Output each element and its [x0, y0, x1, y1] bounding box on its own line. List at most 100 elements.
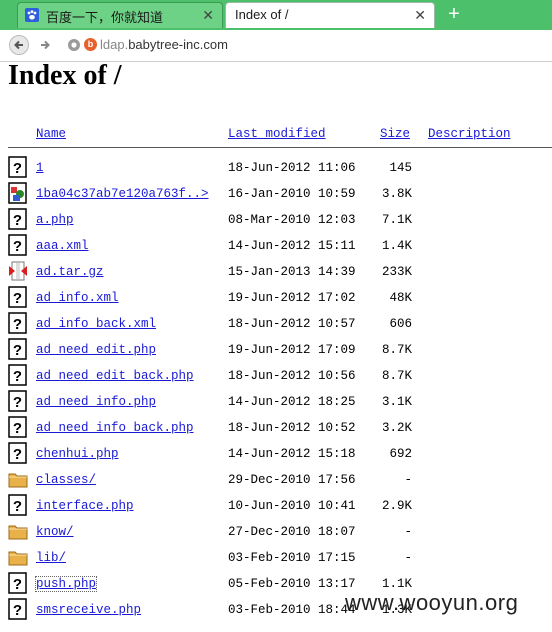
file-date: 14-Jun-2012 15:18	[228, 447, 356, 461]
unknown-file-icon[interactable]: ?	[8, 416, 28, 438]
table-row: ? ad_info.xml 19-Jun-2012 17:02 48K	[0, 286, 552, 312]
file-link[interactable]: smsreceive.php	[36, 603, 141, 617]
file-link[interactable]: ad_need_edit_back.php	[36, 369, 194, 383]
table-row: know/27-Dec-2010 18:07 -	[0, 520, 552, 546]
svg-text:?: ?	[13, 498, 22, 515]
tab-index[interactable]: Index of / ✕	[225, 2, 435, 28]
paw-icon	[25, 8, 39, 22]
file-date: 10-Jun-2010 10:41	[228, 499, 356, 513]
image-file-icon[interactable]	[8, 182, 28, 204]
file-size: 8.7K	[381, 343, 412, 357]
file-link[interactable]: ad.tar.gz	[36, 265, 104, 279]
unknown-file-icon[interactable]: ?	[8, 156, 28, 178]
unknown-file-icon[interactable]: ?	[8, 494, 28, 516]
file-size: 8.7K	[381, 369, 412, 383]
file-link[interactable]: ad_need_info.php	[36, 395, 156, 409]
file-date: 14-Jun-2012 15:11	[228, 239, 356, 253]
file-size: -	[404, 525, 412, 539]
file-date: 19-Jun-2012 17:09	[228, 343, 356, 357]
header-divider	[8, 147, 552, 148]
file-link[interactable]: know/	[36, 525, 74, 539]
arrow-right-icon	[41, 40, 50, 50]
table-row: ad.tar.gz 15-Jan-2013 14:39 233K	[0, 260, 552, 286]
file-link[interactable]: ad_info.xml	[36, 291, 119, 305]
file-size: 692	[389, 447, 412, 461]
column-header-description[interactable]: Description	[428, 127, 511, 141]
tab-bar: 百度一下，你就知道 ✕ Index of / ✕ +	[0, 0, 552, 30]
table-row: ? 1 18-Jun-2012 11:06 145	[0, 156, 552, 182]
folder-icon[interactable]	[8, 546, 28, 568]
file-size: 2.9K	[381, 499, 412, 513]
unknown-file-icon[interactable]: ?	[8, 338, 28, 360]
unknown-file-icon[interactable]: ?	[8, 598, 28, 620]
file-link[interactable]: interface.php	[36, 499, 134, 513]
table-row: 1ba04c37ab7e120a763f..> 16-Jan-2010 10:59…	[0, 182, 552, 208]
svg-text:?: ?	[13, 394, 22, 411]
file-date: 18-Jun-2012 11:06	[228, 161, 356, 175]
file-link[interactable]: ad_info_back.xml	[36, 317, 156, 331]
unknown-file-icon[interactable]: ?	[8, 442, 28, 464]
folder-icon[interactable]	[8, 520, 28, 542]
unknown-file-icon[interactable]: ?	[8, 312, 28, 334]
table-row: ? ad_info_back.xml 18-Jun-2012 10:57 606	[0, 312, 552, 338]
file-date: 14-Jun-2012 18:25	[228, 395, 356, 409]
file-size: 145	[389, 161, 412, 175]
file-link[interactable]: ad_need_edit.php	[36, 343, 156, 357]
file-date: 29-Dec-2010 17:56	[228, 473, 356, 487]
svg-text:?: ?	[13, 576, 22, 593]
file-size: 48K	[389, 291, 412, 305]
file-size: 3.2K	[381, 421, 412, 435]
address-bar[interactable]: b ldap.babytree-inc.com	[62, 35, 550, 56]
file-link[interactable]: chenhui.php	[36, 447, 119, 461]
forward-button[interactable]	[35, 35, 55, 55]
table-row: classes/29-Dec-2010 17:56 -	[0, 468, 552, 494]
page-content: Index of / Name Last modified Size Descr…	[0, 62, 552, 632]
file-date: 19-Jun-2012 17:02	[228, 291, 356, 305]
close-icon[interactable]: ✕	[414, 6, 426, 24]
table-row: ? ad_need_info.php 14-Jun-2012 18:25 3.1K	[0, 390, 552, 416]
unknown-file-icon[interactable]: ?	[8, 286, 28, 308]
watermark: www.wooyun.org	[345, 590, 519, 615]
column-header-size[interactable]: Size	[380, 127, 410, 141]
file-link[interactable]: a.php	[36, 213, 74, 227]
tab-baidu[interactable]: 百度一下，你就知道 ✕	[17, 2, 223, 28]
column-header-name[interactable]: Name	[36, 127, 66, 141]
close-icon[interactable]: ✕	[202, 6, 214, 24]
unknown-file-icon[interactable]: ?	[8, 208, 28, 230]
file-link[interactable]: 1	[36, 161, 44, 175]
archive-file-icon[interactable]	[8, 260, 28, 282]
file-size: 3.1K	[381, 395, 412, 409]
svg-text:?: ?	[13, 368, 22, 385]
svg-text:?: ?	[13, 446, 22, 463]
file-size: 233K	[381, 265, 412, 279]
svg-text:?: ?	[13, 342, 22, 359]
svg-text:?: ?	[13, 212, 22, 229]
file-date: 18-Jun-2012 10:57	[228, 317, 356, 331]
column-header-modified[interactable]: Last modified	[228, 127, 326, 141]
file-link[interactable]: classes/	[36, 473, 96, 487]
file-date: 05-Feb-2010 13:17	[228, 577, 356, 591]
folder-icon[interactable]	[8, 468, 28, 490]
back-button[interactable]	[9, 35, 29, 55]
svg-text:?: ?	[13, 420, 22, 437]
navigation-bar: b ldap.babytree-inc.com	[0, 30, 552, 62]
unknown-file-icon[interactable]: ?	[8, 364, 28, 386]
file-link[interactable]: lib/	[36, 551, 66, 565]
file-date: 03-Feb-2010 18:44	[228, 603, 356, 617]
file-link[interactable]: push.php	[34, 576, 98, 592]
url-text: ldap.babytree-inc.com	[100, 37, 228, 52]
unknown-file-icon[interactable]: ?	[8, 234, 28, 256]
unknown-file-icon[interactable]: ?	[8, 572, 28, 594]
file-date: 18-Jun-2012 10:52	[228, 421, 356, 435]
file-date: 08-Mar-2010 12:03	[228, 213, 356, 227]
new-tab-button[interactable]: +	[442, 3, 466, 25]
table-row: ? ad_need_edit.php 19-Jun-2012 17:09 8.7K	[0, 338, 552, 364]
file-link[interactable]: ad_need_info_back.php	[36, 421, 194, 435]
file-size: 1.1K	[381, 577, 412, 591]
file-link[interactable]: 1ba04c37ab7e120a763f..>	[36, 187, 209, 201]
file-link[interactable]: aaa.xml	[36, 239, 89, 253]
unknown-file-icon[interactable]: ?	[8, 390, 28, 412]
file-size: 606	[389, 317, 412, 331]
table-row: lib/03-Feb-2010 17:15 -	[0, 546, 552, 572]
tab-label: 百度一下，你就知道	[46, 10, 164, 25]
